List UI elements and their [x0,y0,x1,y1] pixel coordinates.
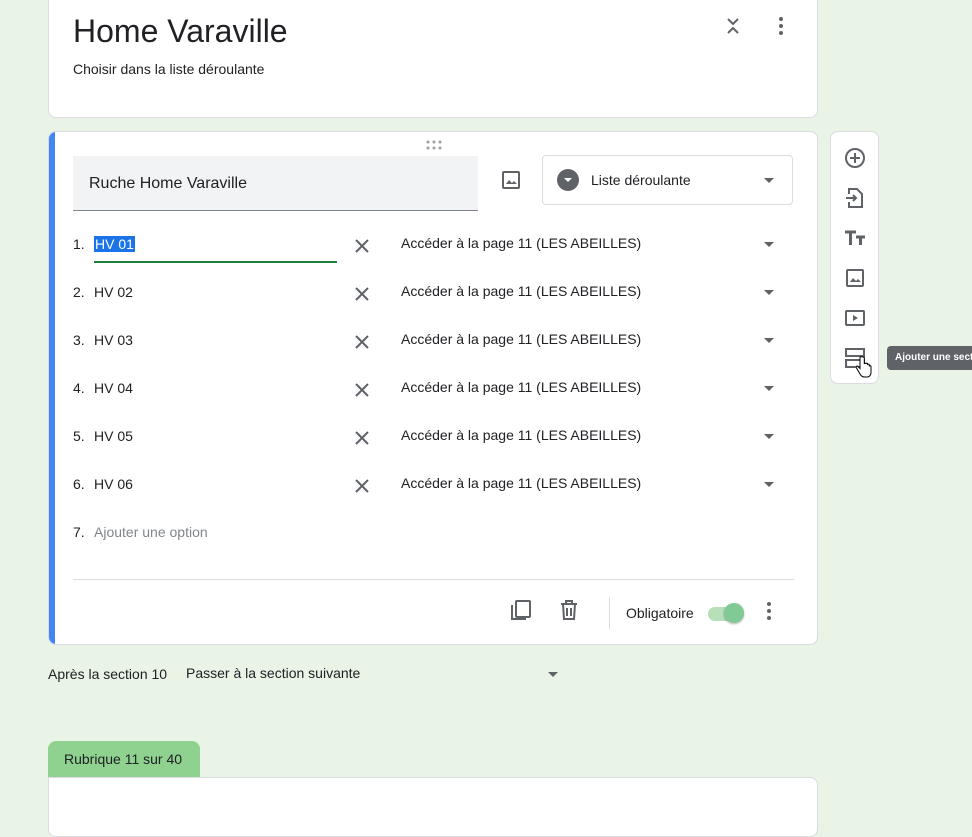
collapse-section-icon[interactable] [721,14,745,38]
question-more-icon[interactable] [757,599,781,623]
question-type-label: Liste déroulante [591,172,691,188]
option-navigation-select[interactable]: Accéder à la page 11 (LES ABEILLES) [401,427,641,443]
drag-handle-icon[interactable] [425,138,443,150]
dropdown-type-icon [557,169,579,191]
add-image-to-question-icon[interactable] [499,168,523,192]
chevron-down-icon[interactable] [764,434,774,439]
chevron-down-icon[interactable] [764,338,774,343]
option-number: 4. [73,380,85,396]
option-number: 5. [73,428,85,444]
option-navigation-select[interactable]: Accéder à la page 11 (LES ABEILLES) [401,379,641,395]
option-text-input[interactable]: HV 05 [94,428,133,444]
delete-icon[interactable] [557,598,581,622]
required-toggle[interactable] [708,602,748,624]
hand-cursor-icon [856,356,872,378]
option-row: 1. HV 01 Accéder à la page 11 (LES ABEIL… [73,224,795,264]
next-section-card[interactable] [48,777,818,837]
section-tab-label: Rubrique 11 sur 40 [64,751,183,767]
active-indicator-bar [49,132,55,644]
remove-option-icon[interactable] [350,474,374,498]
add-option-input[interactable]: Ajouter une option [94,524,208,540]
option-navigation-select[interactable]: Accéder à la page 11 (LES ABEILLES) [401,475,641,491]
question-card[interactable]: Ruche Home Varaville Liste déroulante 1.… [48,131,818,645]
option-navigation-select[interactable]: Accéder à la page 11 (LES ABEILLES) [401,235,641,251]
section-description[interactable]: Choisir dans la liste déroulante [73,61,264,77]
floating-toolbar [830,131,879,384]
option-text-input[interactable]: HV 01 [94,236,135,252]
import-questions-icon[interactable] [843,186,867,210]
option-text-input[interactable]: HV 02 [94,284,133,300]
section-more-icon[interactable] [769,14,793,38]
chevron-down-icon[interactable] [764,242,774,247]
option-row: 5. HV 05 Accéder à la page 11 (LES ABEIL… [73,416,795,456]
option-number: 1. [73,236,85,252]
option-row: 6. HV 06 Accéder à la page 11 (LES ABEIL… [73,464,795,504]
remove-option-icon[interactable] [350,378,374,402]
option-number: 2. [73,284,85,300]
section-title[interactable]: Home Varaville [73,13,288,50]
section-tab: Rubrique 11 sur 40 [48,741,200,777]
question-title-field[interactable]: Ruche Home Varaville [73,156,478,211]
option-number: 7. [73,524,85,540]
option-text-input[interactable]: HV 03 [94,332,133,348]
add-question-icon[interactable] [843,146,867,170]
chevron-down-icon[interactable] [764,290,774,295]
add-option-row: 7. Ajouter une option [73,512,795,552]
option-focus-underline [94,261,337,263]
chevron-down-icon[interactable] [764,482,774,487]
option-number: 3. [73,332,85,348]
option-text-input[interactable]: HV 06 [94,476,133,492]
question-title: Ruche Home Varaville [89,175,247,192]
remove-option-icon[interactable] [350,426,374,450]
toggle-thumb [724,603,744,623]
required-label: Obligatoire [626,605,694,621]
remove-option-icon[interactable] [350,234,374,258]
footer-separator [609,597,610,629]
option-row: 4. HV 04 Accéder à la page 11 (LES ABEIL… [73,368,795,408]
option-row: 2. HV 02 Accéder à la page 11 (LES ABEIL… [73,272,795,312]
after-section-dropdown[interactable]: Passer à la section suivante [186,665,566,687]
option-navigation-select[interactable]: Accéder à la page 11 (LES ABEILLES) [401,331,641,347]
chevron-down-icon[interactable] [764,386,774,391]
card-divider [73,579,794,580]
after-section-label: Après la section 10 [48,666,168,682]
chevron-down-icon [764,178,774,183]
chevron-down-icon [548,672,558,677]
option-number: 6. [73,476,85,492]
tooltip: Ajouter une section [887,346,972,370]
add-title-icon[interactable] [843,226,867,250]
question-type-dropdown[interactable]: Liste déroulante [542,155,793,205]
remove-option-icon[interactable] [350,330,374,354]
add-video-icon[interactable] [843,306,867,330]
add-image-icon[interactable] [843,266,867,290]
option-row: 3. HV 03 Accéder à la page 11 (LES ABEIL… [73,320,795,360]
option-navigation-select[interactable]: Accéder à la page 11 (LES ABEILLES) [401,283,641,299]
duplicate-icon[interactable] [509,598,533,622]
option-text-input[interactable]: HV 04 [94,380,133,396]
section-header-card: Home Varaville Choisir dans la liste dér… [48,0,818,118]
after-section-value: Passer à la section suivante [186,665,361,681]
remove-option-icon[interactable] [350,282,374,306]
